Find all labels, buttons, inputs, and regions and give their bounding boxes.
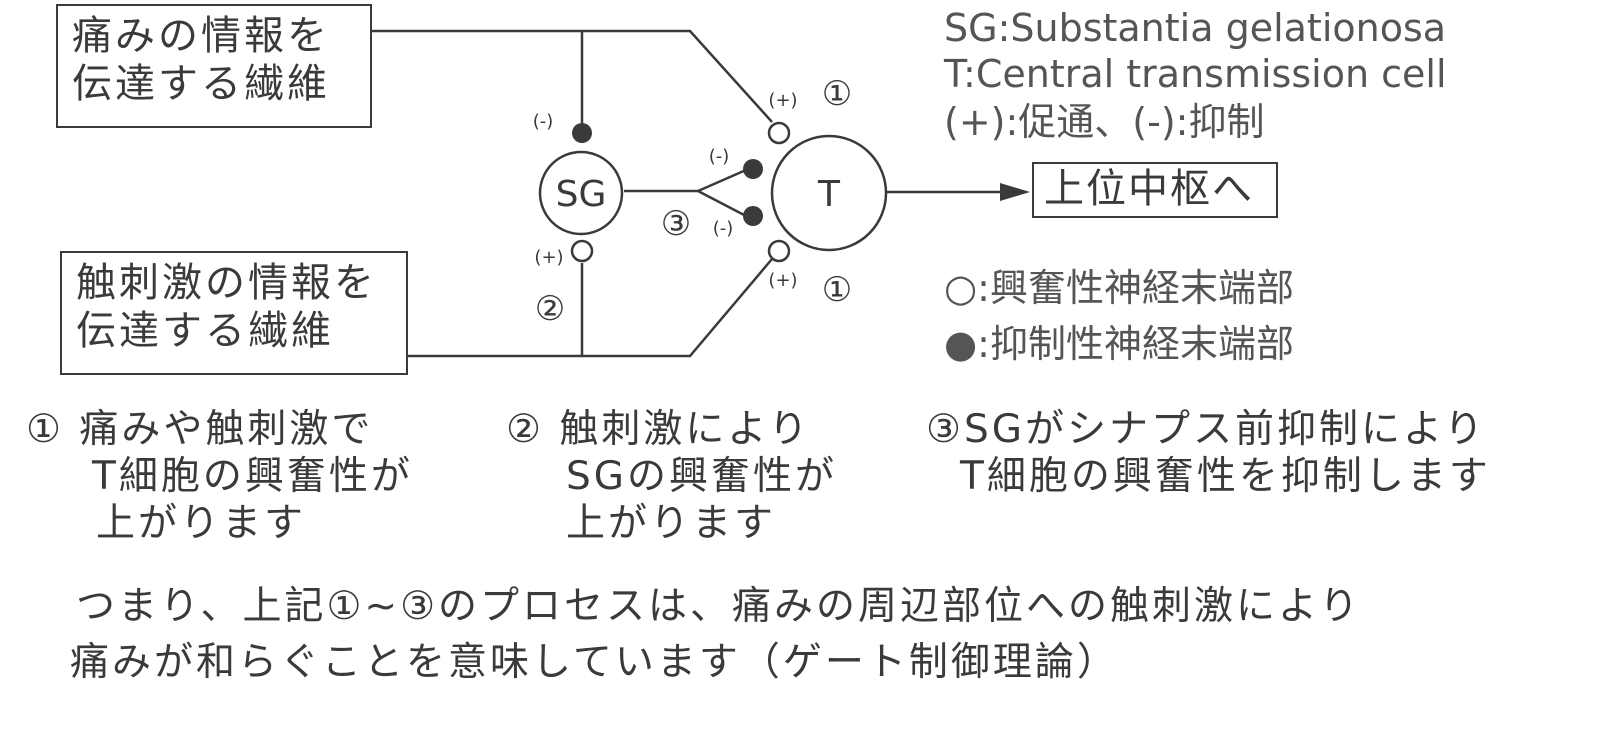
sg-fork-lower [697,189,747,218]
note-3-line-1: ③SGがシナプス前抑制により [926,407,1487,452]
inhibitory-terminal-pain-to-sg [572,123,592,143]
excitatory-terminal-touch-to-sg [570,239,594,263]
note-1-line-2: T細胞の興奮性が [92,454,413,499]
touch-fiber-line-1: 触刺激の情報を [76,260,377,306]
summary-line-1: つまり、上記①~③のプロセスは、痛みの周辺部位への触刺激により [76,584,1362,629]
arrow-head [1000,183,1030,201]
touch-fiber-line-2: 伝達する繊維 [76,308,334,354]
marker-3: ③ [661,204,691,244]
t-label: T [817,174,841,215]
marker-1-upper: ① [822,74,852,114]
sg-fork-upper [697,168,747,193]
inhibitory-terminal-sg-upper [743,159,763,179]
sign-minus-lower: (-) [713,218,734,239]
note-3-line-2: T細胞の興奮性を抑制します [960,454,1491,499]
excitatory-terminal-touch-to-t [767,239,791,263]
higher-center-box: 上位中枢へ [1032,162,1278,218]
legend-sg: SG:Substantia gelationosa [944,6,1447,50]
note-3: ③SGがシナプス前抑制により T細胞の興奮性を抑制します [926,406,1491,500]
pain-fiber-line-2: 伝達する繊維 [72,61,330,107]
pain-fiber-line [372,29,773,123]
marker-2: ② [535,289,565,329]
inhibitory-terminal-sg-lower [743,206,763,226]
note-2-line-1: ② 触刺激により [506,407,811,452]
legend-excitatory-terminal: ○:興奮性神経末端部 [944,266,1294,310]
legend-signs: (+):促通、(-):抑制 [944,100,1265,144]
pain-fiber-line-1: 痛みの情報を [72,13,330,59]
note-1: ① 痛みや触刺激で T細胞の興奮性が 上がります [26,406,413,547]
summary-line-2: 痛みが和らぐことを意味しています（ゲート制御理論） [70,640,1119,685]
legend-inhibitory-terminal: ●:抑制性神経末端部 [944,322,1294,366]
legend-t: T:Central transmission cell [944,52,1447,96]
note-1-line-3: 上がります [96,501,307,546]
sign-plus-sg: (+) [534,247,563,268]
marker-1-lower: ① [822,270,852,310]
note-2: ② 触刺激により SGの興奮性が 上がります [506,406,837,547]
excitatory-terminal-pain-to-t [767,121,791,145]
touch-fiber-box: 触刺激の情報を 伝達する繊維 [60,251,408,375]
note-2-line-3: 上がります [566,501,777,546]
note-1-line-1: ① 痛みや触刺激で [26,407,374,452]
note-2-line-2: SGの興奮性が [566,454,837,499]
sign-minus-sg: (-) [533,111,554,132]
sg-label: SG [556,174,607,215]
sign-plus-t-lower: (+) [768,270,797,291]
touch-fiber-line [407,258,773,358]
sign-plus-t-upper: (+) [768,90,797,111]
sign-minus-upper: (-) [709,146,730,167]
pain-fiber-box: 痛みの情報を 伝達する繊維 [56,4,372,128]
